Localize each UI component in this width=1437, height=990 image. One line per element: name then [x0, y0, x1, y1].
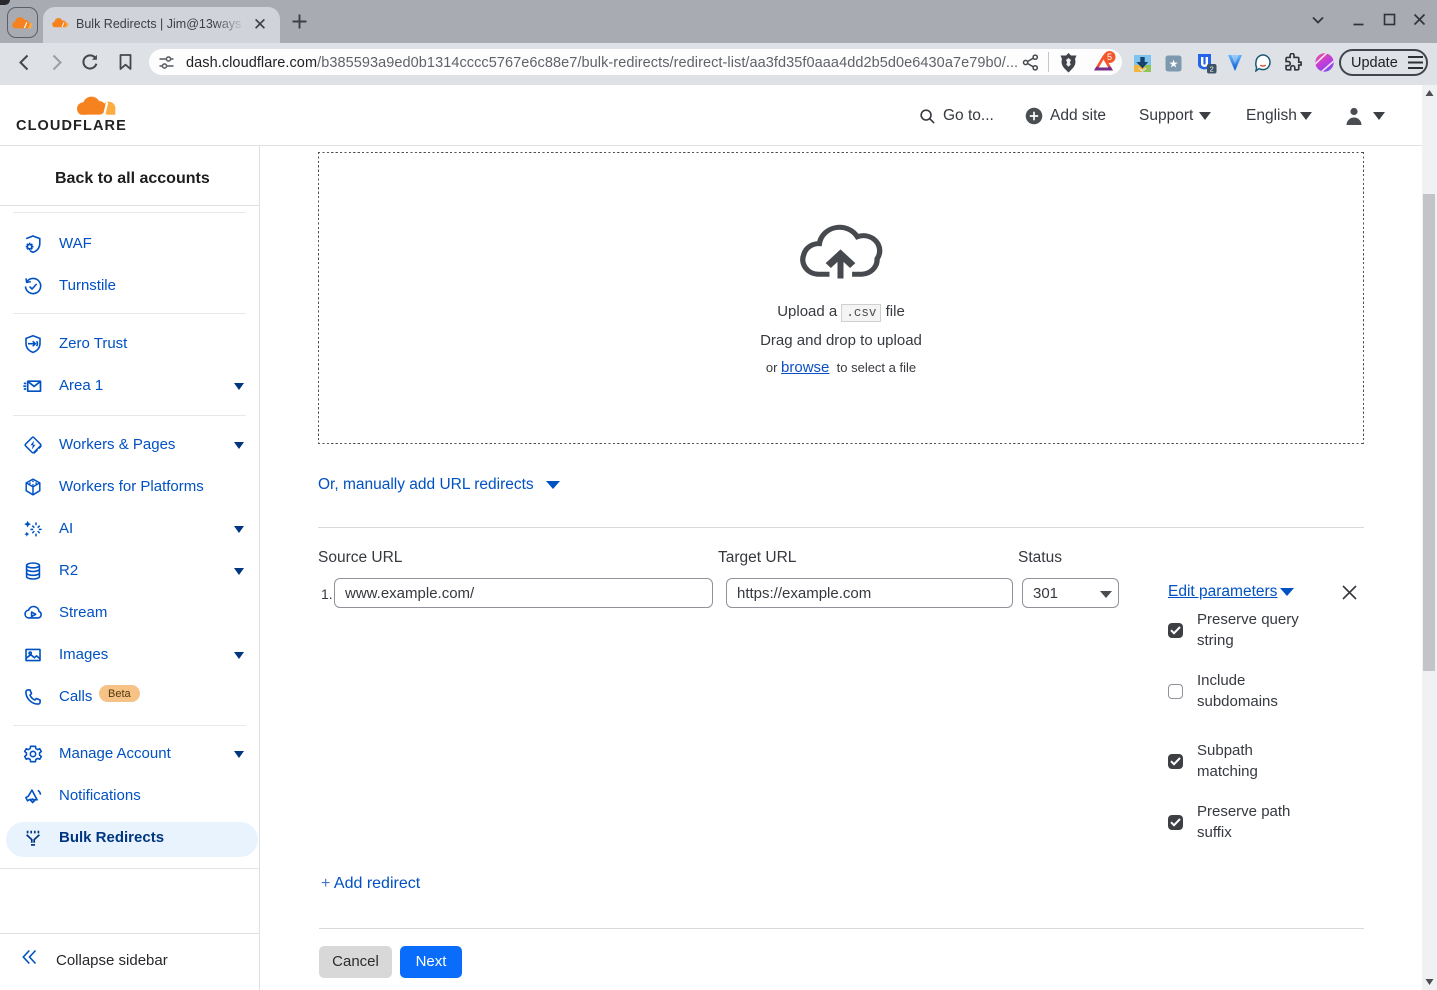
svg-text:5: 5 [1107, 52, 1112, 62]
svg-text:★: ★ [1169, 59, 1179, 71]
svg-text:2: 2 [1210, 65, 1214, 74]
